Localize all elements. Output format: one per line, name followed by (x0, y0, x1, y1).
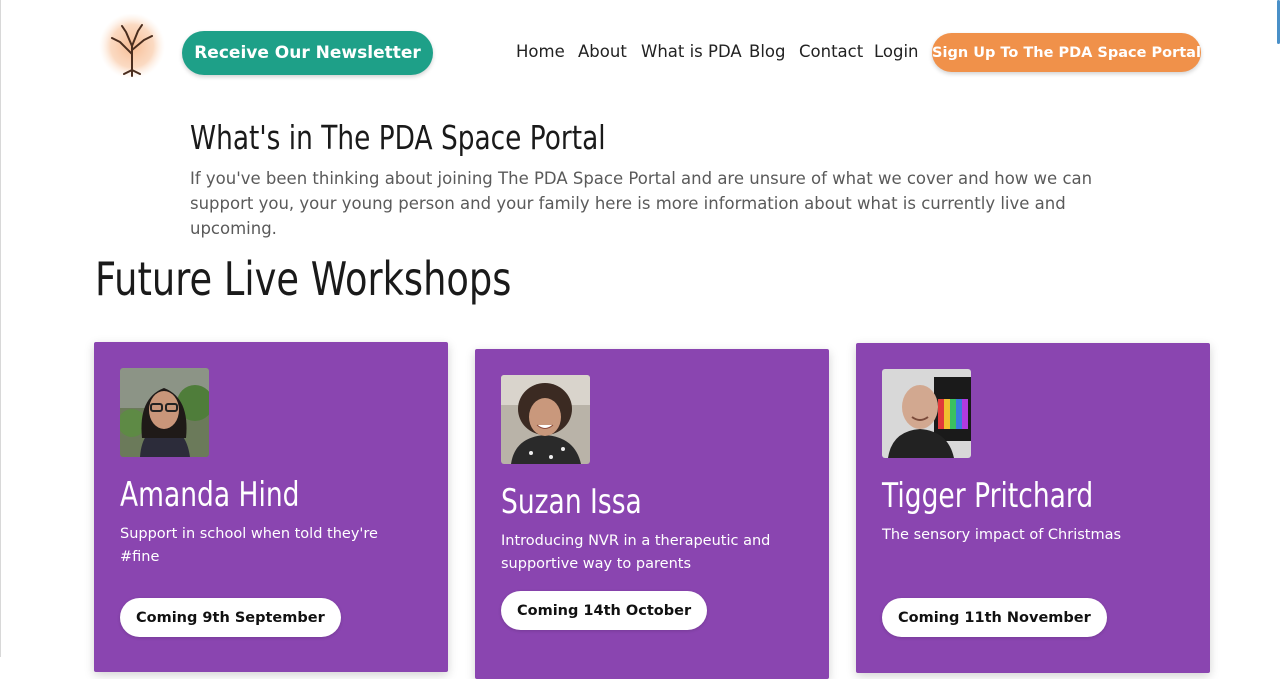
speaker-photo (120, 368, 209, 457)
workshop-card: Amanda Hind Support in school when told … (94, 342, 448, 672)
workshop-date-button[interactable]: Coming 14th October (501, 591, 708, 630)
workshops-title: Future Live Workshops (95, 252, 512, 306)
workshop-description: The sensory impact of Christmas (882, 527, 1122, 543)
speaker-name: Suzan Issa (501, 482, 642, 522)
portal-title: What's in The PDA Space Portal (190, 118, 606, 157)
nav-contact[interactable]: Contact (799, 42, 863, 61)
newsletter-button[interactable]: Receive Our Newsletter (182, 31, 433, 75)
signup-button[interactable]: Sign Up To The PDA Space Portal (932, 33, 1201, 72)
nav-what-is-pda[interactable]: What is PDA (641, 42, 742, 61)
workshop-description: Introducing NVR in a therapeutic and sup… (501, 533, 771, 572)
workshop-card: Tigger Pritchard The sensory impact of C… (856, 343, 1210, 673)
speaker-name: Tigger Pritchard (882, 476, 1094, 516)
workshop-date-button[interactable]: Coming 11th November (882, 598, 1107, 637)
speaker-name: Amanda Hind (120, 475, 300, 515)
speaker-photo (882, 369, 971, 458)
nav-about[interactable]: About (578, 42, 627, 61)
nav-home[interactable]: Home (516, 42, 565, 61)
intro-text: If you've been thinking about joining Th… (190, 169, 1093, 238)
speaker-photo (501, 375, 590, 464)
logo-tree-icon[interactable] (98, 13, 166, 82)
nav-blog[interactable]: Blog (749, 42, 785, 61)
workshop-date-button[interactable]: Coming 9th September (120, 598, 341, 637)
nav-login[interactable]: Login (874, 42, 919, 61)
workshop-description: Support in school when told they're #fin… (120, 526, 378, 565)
workshop-card: Suzan Issa Introducing NVR in a therapeu… (475, 349, 829, 679)
page-border (0, 0, 1, 657)
